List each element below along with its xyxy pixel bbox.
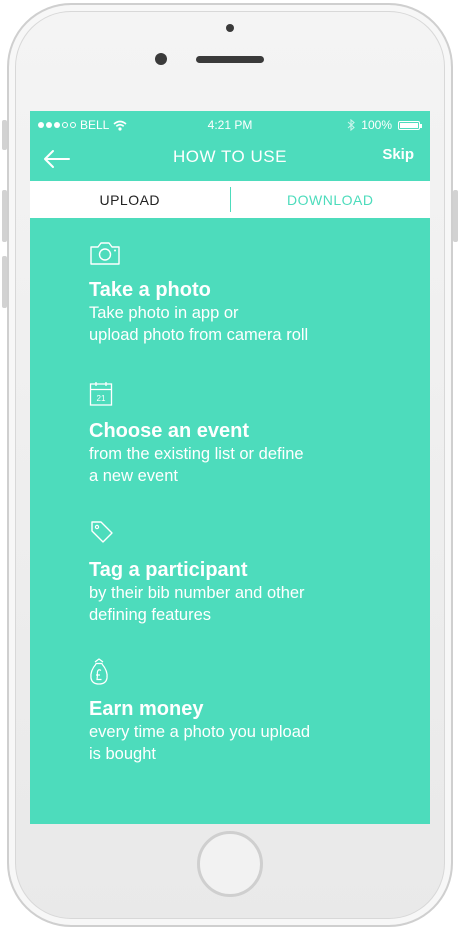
navigation-bar: HOW TO USE Skip [30,137,430,181]
camera-icon [90,242,120,265]
step-description-line: a new event [89,467,178,485]
calendar-icon: 21 [89,382,113,406]
volume-down-button [2,256,7,308]
front-sensor [226,24,234,32]
tab-upload[interactable]: UPLOAD [30,181,230,218]
battery-percent: 100% [361,118,392,132]
step-description-line: every time a photo you upload [89,723,311,741]
step-description-line: defining features [89,606,212,624]
battery-icon [398,120,422,130]
step-title: Take a photo [89,279,211,301]
step-description-line: is bought [89,745,156,763]
front-camera [155,53,167,65]
step-description-line: by their bib number and other [89,584,305,602]
silent-switch [2,120,7,150]
money-bag-icon [90,658,108,685]
tab-bar: UPLOAD DOWNLOAD [30,181,430,218]
app-screen: BELL 4:21 PM 100% HOW TO USE Skip UPLOAD… [30,111,430,824]
page-title: HOW TO USE [173,147,287,166]
step-title: Choose an event [89,420,250,442]
home-button[interactable] [197,831,263,897]
power-button [453,190,458,242]
step-choose-event: 21 Choose an event from the existing lis… [89,380,419,487]
tab-download[interactable]: DOWNLOAD [231,181,431,218]
step-description-line: Take photo in app or [89,304,239,322]
step-earn-money: Earn money every time a photo you upload… [89,658,419,765]
calendar-day-label: 21 [97,394,106,403]
volume-up-button [2,190,7,242]
step-take-photo: Take a photo Take photo in app or upload… [89,239,419,346]
bluetooth-icon [347,119,356,131]
skip-button[interactable]: Skip [382,146,414,163]
step-tag-participant: Tag a participant by their bib number an… [89,519,419,626]
tag-icon [91,521,113,543]
step-title: Earn money [89,698,204,720]
earpiece-speaker [196,56,264,63]
step-description-line: upload photo from camera roll [89,326,309,344]
status-bar: BELL 4:21 PM 100% [30,111,430,137]
step-title: Tag a participant [89,559,248,581]
step-description-line: from the existing list or define [89,445,304,463]
